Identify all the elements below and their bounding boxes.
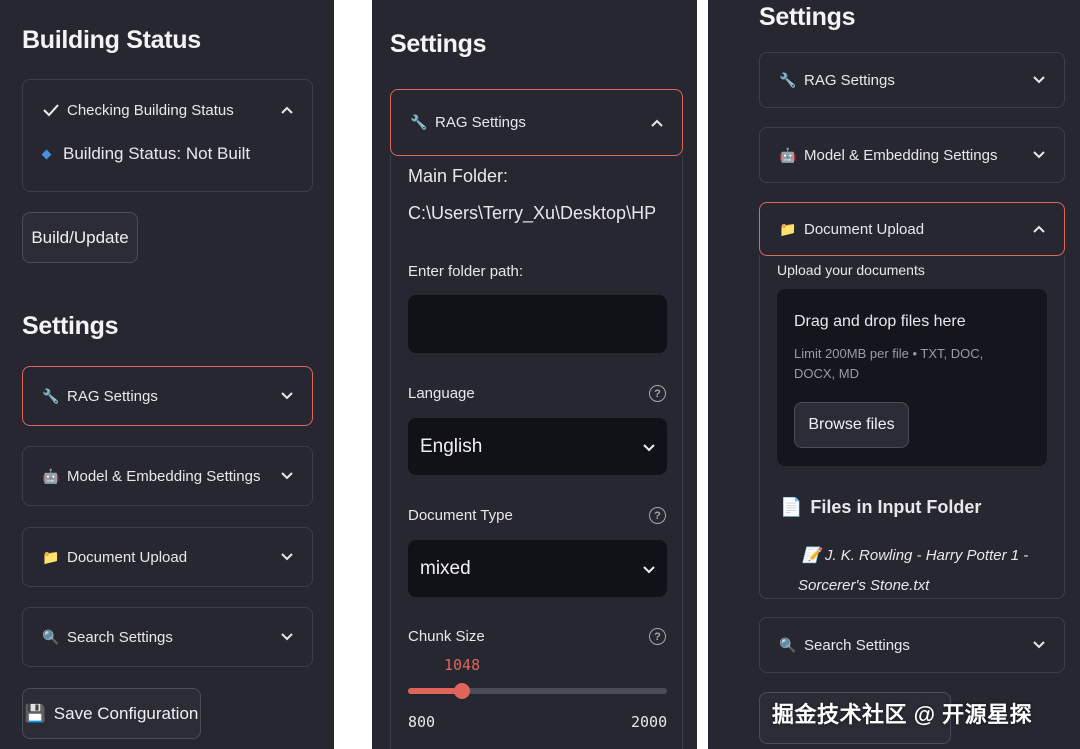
- file-dropzone[interactable]: Drag and drop files here Limit 200MB per…: [777, 289, 1047, 466]
- building-status-expander[interactable]: Checking Building Status Building Status…: [22, 79, 313, 192]
- dropzone-title: Drag and drop files here: [794, 313, 966, 330]
- sidebar-panel-upload: Settings 🔧 RAG Settings 🤖 Model & Embedd…: [708, 0, 1080, 749]
- folder-path-input[interactable]: [408, 295, 667, 353]
- chevron-down-icon[interactable]: [280, 630, 294, 644]
- folder-icon: 📁: [779, 220, 797, 237]
- slider-min-label: 800: [408, 713, 436, 731]
- chevron-up-icon[interactable]: [650, 116, 664, 130]
- sidebar-panel-rag: Settings 🔧 RAG Settings Main Folder: C:\…: [372, 0, 697, 749]
- document-type-value: mixed: [420, 557, 471, 579]
- model-embedding-label: Model & Embedding Settings: [804, 146, 998, 164]
- sidebar-panel-status: Building Status Checking Building Status…: [0, 0, 334, 749]
- model-embedding-expander[interactable]: 🤖 Model & Embedding Settings: [22, 446, 313, 506]
- chevron-up-icon[interactable]: [1032, 222, 1046, 236]
- chunk-size-slider[interactable]: [408, 683, 667, 699]
- search-settings-expander[interactable]: 🔍 Search Settings: [22, 607, 313, 667]
- settings-heading: Settings: [390, 30, 487, 58]
- building-status-heading: Building Status: [22, 26, 201, 54]
- settings-heading: Settings: [22, 312, 119, 340]
- help-icon[interactable]: ?: [649, 507, 666, 524]
- search-settings-label: Search Settings: [67, 628, 173, 646]
- help-icon[interactable]: ?: [649, 385, 666, 402]
- folder-icon: 📁: [42, 548, 60, 565]
- chevron-down-icon: [643, 558, 655, 580]
- wrench-icon: 🔧: [779, 71, 797, 88]
- rag-settings-label: RAG Settings: [435, 114, 526, 131]
- rag-settings-expander[interactable]: 🔧 RAG Settings: [759, 52, 1065, 108]
- building-status-text: Building Status: Not Built: [63, 144, 251, 163]
- rag-settings-label: RAG Settings: [804, 71, 895, 89]
- wrench-icon: 🔧: [410, 114, 428, 130]
- chevron-up-icon[interactable]: [280, 103, 294, 117]
- building-status-header[interactable]: Checking Building Status: [23, 80, 312, 140]
- document-upload-expander[interactable]: 📁 Document Upload: [22, 527, 313, 587]
- save-configuration-button[interactable]: 💾 Save Configuration: [22, 688, 201, 739]
- language-value: English: [420, 435, 483, 457]
- model-embedding-label: Model & Embedding Settings: [67, 467, 261, 485]
- dropzone-hint: Limit 200MB per file • TXT, DOC, DOCX, M…: [794, 346, 984, 381]
- search-settings-label: Search Settings: [804, 636, 910, 654]
- robot-icon: 🤖: [42, 467, 60, 484]
- slider-max-label: 2000: [631, 713, 668, 731]
- file-item-name: J. K. Rowling - Harry Potter 1 - Sorcere…: [798, 547, 1029, 594]
- diamond-icon: [41, 149, 52, 159]
- file-item: 📝 J. K. Rowling - Harry Potter 1 - Sorce…: [798, 541, 1048, 601]
- settings-heading: Settings: [759, 3, 856, 31]
- document-icon: 📄: [780, 497, 803, 517]
- document-upload-label: Document Upload: [67, 548, 188, 566]
- rag-settings-expander[interactable]: 🔧 RAG Settings: [22, 366, 313, 426]
- rag-settings-label: RAG Settings: [67, 387, 158, 405]
- memo-icon: 📝: [802, 547, 821, 564]
- build-update-button[interactable]: Build/Update: [22, 212, 138, 263]
- main-folder-path: C:\Users\Terry_Xu\Desktop\HP: [408, 203, 657, 223]
- rag-settings-expander[interactable]: 🔧 RAG Settings: [390, 89, 683, 156]
- watermark: 掘金技术社区 @ 开源星探: [772, 702, 1033, 727]
- folder-path-label: Enter folder path:: [408, 263, 524, 280]
- chunk-size-label: Chunk Size: [408, 628, 485, 645]
- search-settings-expander[interactable]: 🔍 Search Settings: [759, 617, 1065, 673]
- main-folder-label: Main Folder:: [408, 166, 509, 186]
- wrench-icon: 🔧: [42, 387, 60, 404]
- document-upload-expander[interactable]: 📁 Document Upload: [759, 202, 1065, 256]
- browse-files-button[interactable]: Browse files: [794, 402, 909, 448]
- document-upload-label: Document Upload: [804, 220, 925, 238]
- files-heading: 📄 Files in Input Folder: [780, 497, 981, 518]
- chevron-down-icon[interactable]: [280, 469, 294, 483]
- robot-icon: 🤖: [779, 146, 797, 163]
- save-configuration-label: Save Configuration: [53, 703, 199, 723]
- files-heading-text: Files in Input Folder: [810, 497, 982, 517]
- language-label: Language: [408, 385, 475, 402]
- checking-status-label: Checking Building Status: [67, 101, 234, 119]
- model-embedding-expander[interactable]: 🤖 Model & Embedding Settings: [759, 127, 1065, 183]
- building-status-line: Building Status: Not Built: [41, 144, 251, 164]
- chunk-size-value: 1048: [444, 656, 481, 674]
- upload-label: Upload your documents: [777, 262, 925, 278]
- magnifier-icon: 🔍: [42, 628, 60, 645]
- chevron-down-icon[interactable]: [280, 389, 294, 403]
- chevron-down-icon: [643, 436, 655, 458]
- chevron-down-icon[interactable]: [1032, 148, 1046, 162]
- floppy-disk-icon: 💾: [24, 703, 46, 723]
- chevron-down-icon[interactable]: [1032, 73, 1046, 87]
- slider-thumb[interactable]: [453, 683, 470, 699]
- chevron-down-icon[interactable]: [280, 550, 294, 564]
- magnifier-icon: 🔍: [779, 636, 797, 653]
- chevron-down-icon[interactable]: [1032, 638, 1046, 652]
- language-select[interactable]: English: [408, 418, 667, 475]
- document-type-label: Document Type: [408, 507, 513, 524]
- checkmark-icon: [41, 103, 61, 117]
- help-icon[interactable]: ?: [649, 628, 666, 645]
- document-type-select[interactable]: mixed: [408, 540, 667, 597]
